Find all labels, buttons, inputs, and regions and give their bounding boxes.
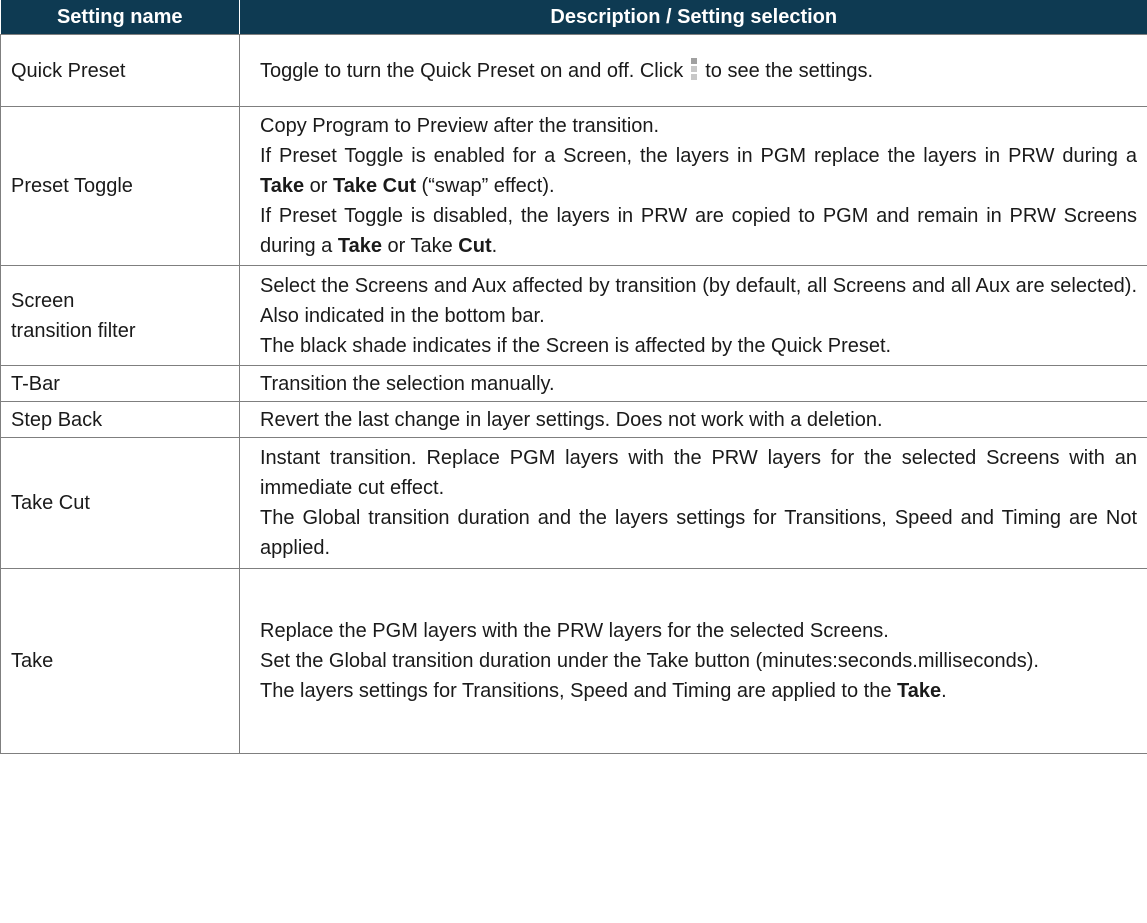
table-row: Take Cut Instant transition. Replace PGM… (0, 437, 1147, 569)
desc-text: to see the settings. (705, 59, 874, 82)
setting-desc-take-cut: Instant transition. Replace PGM layers w… (239, 437, 1147, 569)
table-row: Quick Preset Toggle to turn the Quick Pr… (0, 34, 1147, 107)
table-row: Preset Toggle Copy Program to Preview af… (0, 106, 1147, 266)
setting-name-take: Take (0, 568, 240, 754)
kebab-menu-icon (691, 56, 698, 82)
desc-paragraph: Replace the PGM layers with the PRW laye… (260, 620, 889, 642)
table-row: Step Back Revert the last change in laye… (0, 401, 1147, 438)
desc-paragraph: The black shade indicates if the Screen … (260, 334, 892, 357)
table-row: Take Replace the PGM layers with the PRW… (0, 568, 1147, 754)
header-description: Description / Setting selection (239, 0, 1147, 35)
setting-desc-t-bar: Transition the selection manually. (239, 365, 1147, 402)
table-header-row: Setting name Description / Setting selec… (0, 0, 1147, 35)
setting-name-screen-transition-filter: Screen transition filter (0, 265, 240, 366)
table-row: Screen transition filter Select the Scre… (0, 265, 1147, 366)
setting-name-t-bar: T-Bar (0, 365, 240, 402)
setting-name-take-cut: Take Cut (0, 437, 240, 569)
desc-paragraph: Copy Program to Preview after the transi… (260, 115, 660, 137)
table-row: T-Bar Transition the selection manually. (0, 365, 1147, 402)
setting-desc-step-back: Revert the last change in layer settings… (239, 401, 1147, 438)
desc-paragraph: Select the Screens and Aux affected by t… (260, 274, 1137, 327)
setting-desc-screen-transition-filter: Select the Screens and Aux affected by t… (239, 265, 1147, 366)
desc-paragraph: Set the Global transition duration under… (260, 650, 1039, 672)
settings-table: Setting name Description / Setting selec… (0, 0, 1147, 754)
setting-desc-quick-preset: Toggle to turn the Quick Preset on and o… (239, 34, 1147, 107)
setting-name-quick-preset: Quick Preset (0, 34, 240, 107)
desc-paragraph: If Preset Toggle is enabled for a Screen… (260, 145, 1137, 197)
desc-paragraph: If Preset Toggle is disabled, the layers… (260, 205, 1137, 257)
desc-paragraph: The layers settings for Transitions, Spe… (260, 680, 947, 702)
desc-paragraph: The Global transition duration and the l… (260, 507, 1137, 559)
desc-text: Toggle to turn the Quick Preset on and o… (260, 59, 684, 82)
header-setting-name: Setting name (0, 0, 240, 35)
setting-name-step-back: Step Back (0, 401, 240, 438)
setting-desc-take: Replace the PGM layers with the PRW laye… (239, 568, 1147, 754)
setting-name-preset-toggle: Preset Toggle (0, 106, 240, 266)
setting-desc-preset-toggle: Copy Program to Preview after the transi… (239, 106, 1147, 266)
desc-paragraph: Instant transition. Replace PGM layers w… (260, 447, 1137, 499)
